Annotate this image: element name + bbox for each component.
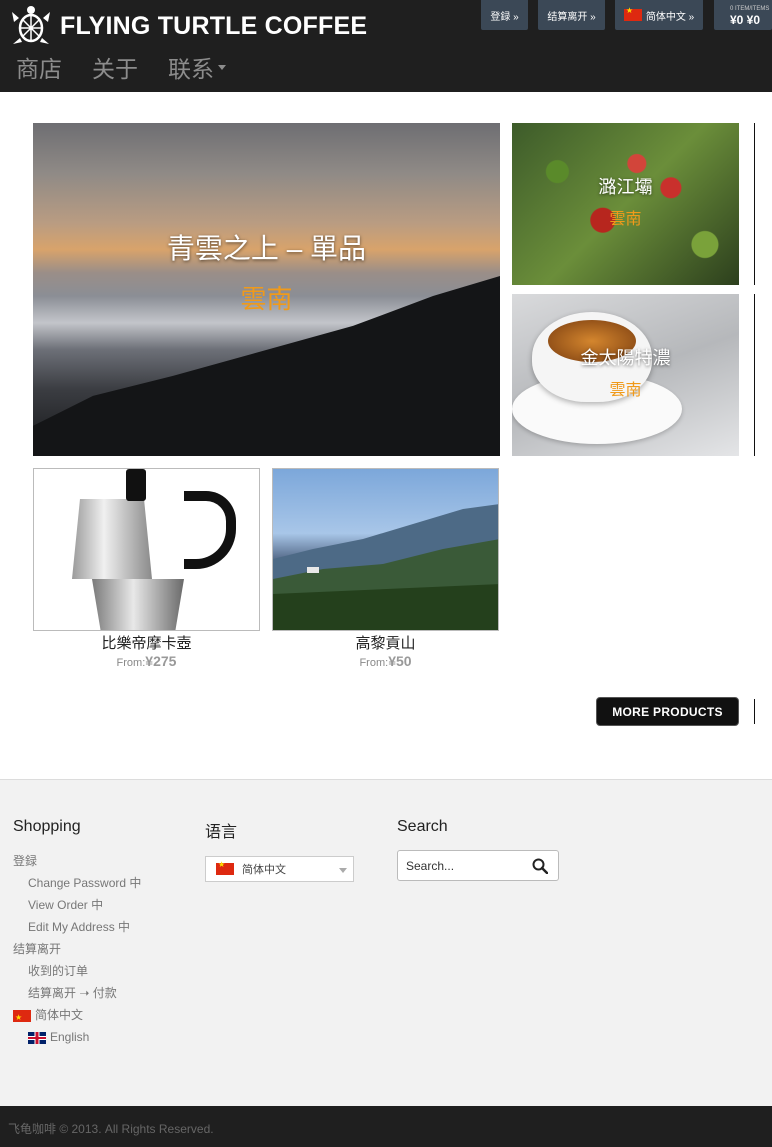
hero-featured-product[interactable]: 青雲之上 – 單品 雲南: [33, 123, 500, 456]
nav-label: 关于: [92, 57, 138, 83]
price-amount: ¥275: [145, 653, 177, 669]
language-button[interactable]: 简体中文 »: [615, 0, 703, 30]
product-image: [272, 468, 499, 631]
price-prefix: From:: [359, 657, 389, 669]
caret-down-icon: [218, 64, 226, 70]
search-box: [397, 850, 559, 881]
tile-region: 雲南: [609, 211, 642, 228]
moka-bottom: [92, 579, 184, 630]
divider: [754, 699, 755, 724]
footer-link-checkout-pay[interactable]: 结算离开 ➝ 付款: [13, 982, 141, 1004]
nav-item-about[interactable]: 关于: [92, 50, 138, 84]
language-label: 简体中文 »: [645, 11, 695, 23]
nav-item-contact[interactable]: 联系: [168, 50, 226, 84]
product-price: From:¥275: [33, 653, 260, 669]
checkout-button[interactable]: 结算离开 »: [538, 0, 605, 30]
cart-button[interactable]: 0 ITEM/ITEMS ¥0 ¥0: [714, 0, 772, 30]
main-nav: 商店 关于 联系: [16, 50, 256, 84]
login-button[interactable]: 登録 »: [481, 0, 528, 30]
hero-caption: 青雲之上 – 單品 雲南: [33, 227, 500, 316]
tile-region: 雲南: [609, 382, 642, 399]
footer-link-checkout[interactable]: 结算离开: [13, 938, 141, 960]
nav-label: 联系: [168, 57, 214, 83]
tile-golden-sun-espresso[interactable]: 金太陽特濃 雲南: [512, 294, 739, 456]
moka-handle: [184, 491, 236, 569]
footer-heading: 语言: [205, 824, 238, 841]
china-flag-icon: [623, 6, 642, 21]
more-products-button[interactable]: MORE PRODUCTS: [596, 697, 739, 726]
hero-region: 雲南: [240, 284, 293, 314]
footer-language: 语言 简体中文: [205, 818, 354, 882]
divider: [754, 294, 755, 456]
footer-link-lang-en[interactable]: English: [13, 1026, 141, 1048]
lang-label: 简体中文: [35, 1008, 84, 1022]
brand-name: FLYING TURTLE COFFEE: [60, 11, 368, 40]
price-prefix: From:: [116, 657, 146, 669]
footer-heading: Shopping: [13, 818, 81, 835]
product-name: 比樂帝摩卡壺: [101, 634, 192, 652]
nav-label: 商店: [16, 57, 62, 83]
footer-link-received-orders[interactable]: 收到的订单: [13, 960, 141, 982]
footer-search: Search: [397, 818, 559, 881]
price-amount: ¥50: [388, 653, 412, 669]
tile-caption: 潞江壩 雲南: [512, 173, 739, 229]
product-image: [33, 468, 260, 631]
language-selected: 简体中文: [242, 864, 286, 876]
uk-flag-icon: [28, 1031, 46, 1044]
moka-lid: [126, 469, 146, 501]
footer-heading: Search: [397, 818, 448, 835]
tile-caption: 金太陽特濃 雲南: [512, 344, 739, 400]
product-name: 高黎貢山: [355, 634, 416, 652]
cart-total: ¥0 ¥0: [730, 13, 761, 27]
lang-label: English: [50, 1030, 90, 1044]
bottom-bar: 飞龟咖啡 © 2013. All Rights Reserved.: [0, 1106, 772, 1147]
cart-items-count: 0 ITEM/ITEMS: [730, 6, 770, 12]
footer-link-edit-address[interactable]: Edit My Address 中: [13, 916, 141, 938]
product-price: From:¥50: [272, 653, 499, 669]
tile-title: 潞江壩: [598, 177, 653, 197]
footer-link-view-order[interactable]: View Order 中: [13, 894, 141, 916]
search-icon[interactable]: [532, 858, 548, 874]
site-footer: Shopping 登録 Change Password 中 View Order…: [0, 779, 772, 1106]
nav-item-shop[interactable]: 商店: [16, 50, 62, 84]
tile-lujiangba[interactable]: 潞江壩 雲南: [512, 123, 739, 285]
footer-link-lang-cn[interactable]: 简体中文: [13, 1004, 141, 1029]
product-card[interactable]: 比樂帝摩卡壺 From:¥275: [33, 468, 260, 669]
divider: [754, 123, 755, 285]
login-label: 登録 »: [490, 11, 519, 23]
search-input[interactable]: [398, 851, 518, 880]
site-header: FLYING TURTLE COFFEE 商店 关于 联系 登録 » 结算离开 …: [0, 0, 772, 92]
product-card[interactable]: 高黎貢山 From:¥50: [272, 468, 499, 669]
china-flag-icon: [216, 860, 234, 875]
turtle-logo-icon: [12, 6, 50, 44]
copyright-text: 飞龟咖啡 © 2013. All Rights Reserved.: [8, 1122, 214, 1136]
china-flag-icon: [13, 1007, 31, 1029]
language-select[interactable]: 简体中文: [205, 856, 354, 882]
chevron-down-icon: [339, 868, 347, 873]
mountain-landscape: [273, 504, 498, 630]
moka-top: [72, 499, 152, 579]
checkout-label: 结算离开 »: [547, 11, 596, 23]
footer-link-change-password[interactable]: Change Password 中: [13, 872, 141, 894]
logo[interactable]: FLYING TURTLE COFFEE: [10, 4, 367, 48]
footer-link-login[interactable]: 登録: [13, 850, 141, 872]
tile-title: 金太陽特濃: [580, 348, 671, 368]
hero-title: 青雲之上 – 單品: [166, 233, 367, 264]
footer-shopping: Shopping 登録 Change Password 中 View Order…: [13, 818, 141, 1048]
